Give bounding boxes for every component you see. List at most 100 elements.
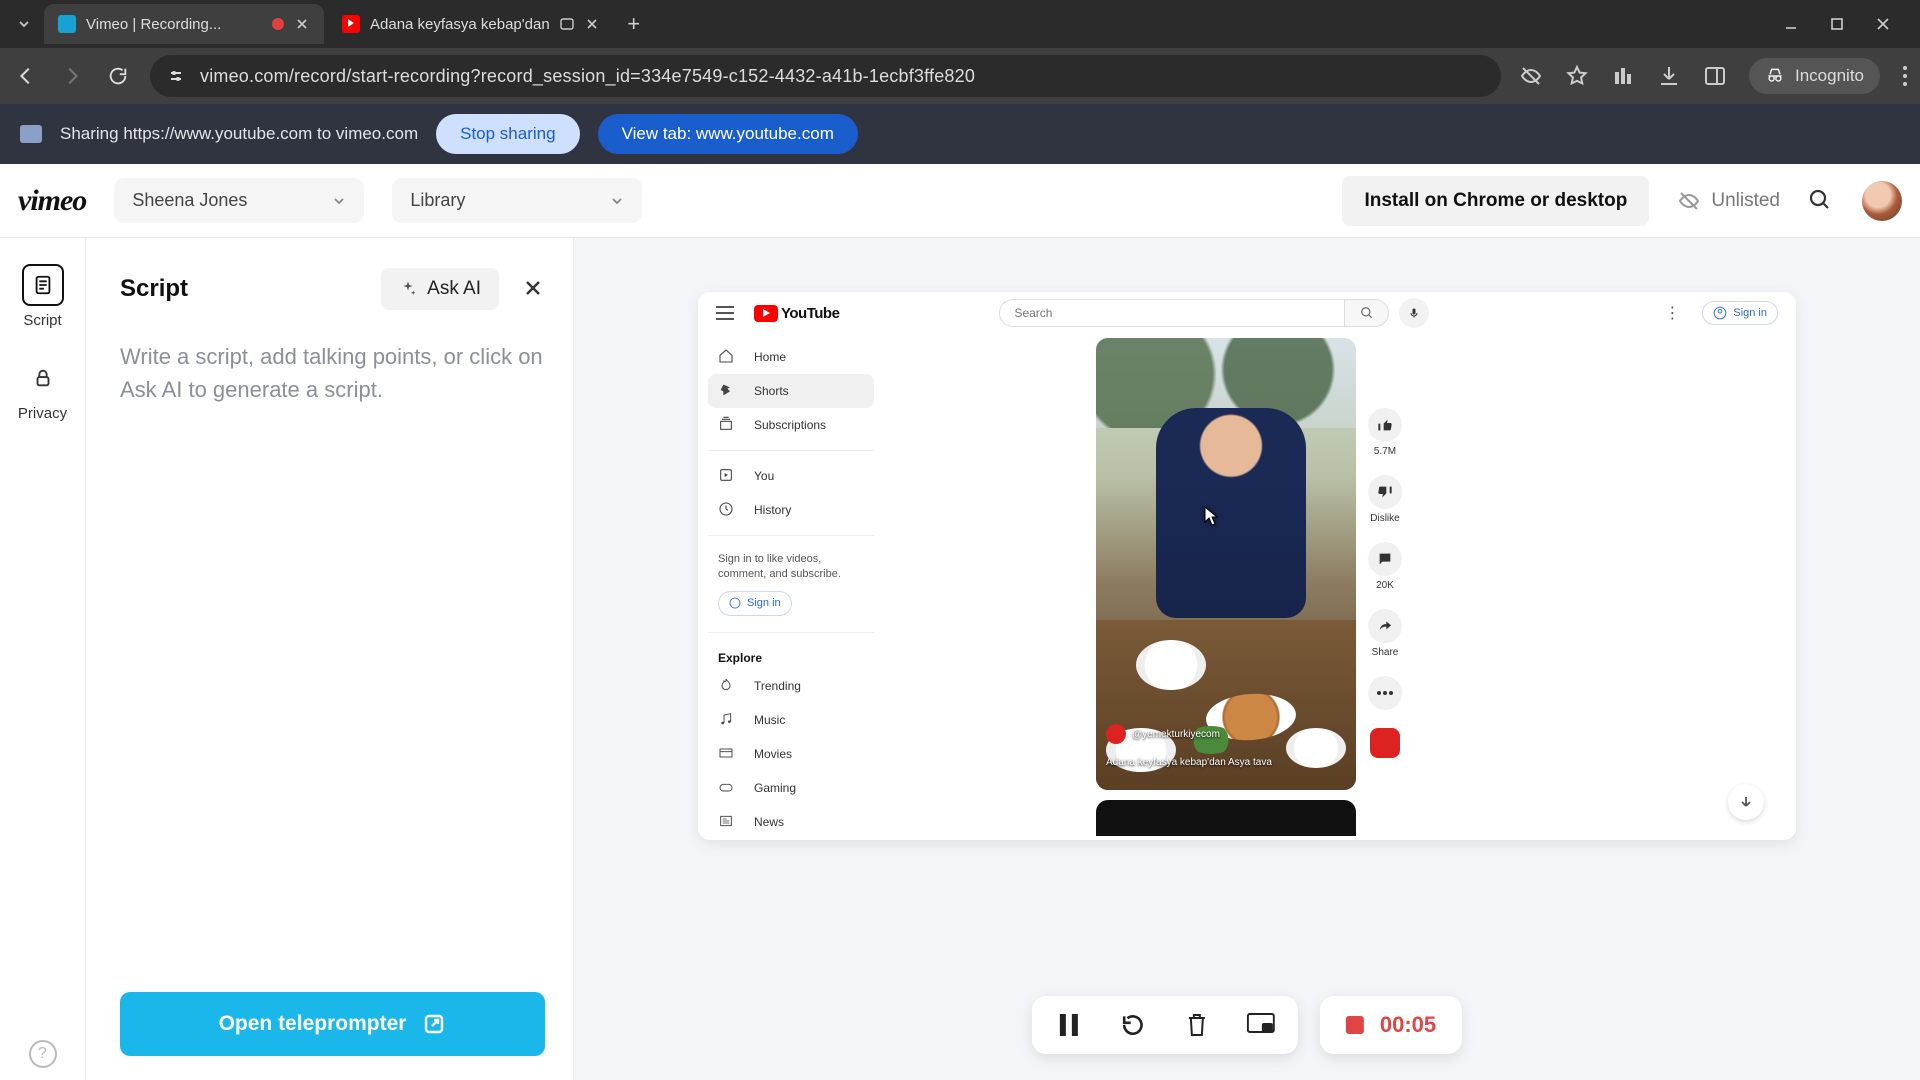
channel-avatar-icon <box>1106 724 1126 744</box>
dislike-label: Dislike <box>1370 513 1399 524</box>
address-bar[interactable]: vimeo.com/record/start-recording?record_… <box>150 55 1501 97</box>
vimeo-favicon-icon <box>58 15 76 33</box>
yt-side-gaming[interactable]: Gaming <box>708 771 874 805</box>
view-tab-button[interactable]: View tab: www.youtube.com <box>598 114 858 154</box>
reload-button[interactable] <box>104 62 132 90</box>
browser-tab-vimeo[interactable]: Vimeo | Recording... <box>44 4 324 44</box>
user-select[interactable]: Sheena Jones <box>114 178 364 223</box>
window-maximize-button[interactable] <box>1828 15 1846 33</box>
youtube-brand: YouTube <box>781 305 839 322</box>
yt-side-news[interactable]: News <box>708 805 874 839</box>
youtube-more-button[interactable]: ⋮ <box>1664 303 1680 323</box>
window-minimize-button[interactable] <box>1782 15 1800 33</box>
tab-close-button[interactable] <box>294 16 310 32</box>
new-tab-button[interactable]: + <box>618 8 650 40</box>
thumbs-down-icon <box>1368 475 1402 509</box>
delete-button[interactable] <box>1182 1010 1212 1040</box>
you-icon <box>718 467 736 485</box>
share-button[interactable]: Share <box>1368 609 1402 658</box>
media-playing-icon[interactable] <box>560 17 574 31</box>
screen-sharing-banner: Sharing https://www.youtube.com to vimeo… <box>0 104 1920 164</box>
yt-side-signin-button[interactable]: Sign in <box>718 591 792 616</box>
open-teleprompter-button[interactable]: Open teleprompter <box>120 992 545 1056</box>
script-textarea-placeholder[interactable]: Write a script, add talking points, or c… <box>120 340 545 406</box>
script-icon <box>22 264 64 306</box>
yt-side-movies[interactable]: Movies <box>708 737 874 771</box>
music-icon <box>718 711 736 729</box>
help-button[interactable]: ? <box>29 1040 57 1068</box>
dislike-button[interactable]: Dislike <box>1368 475 1402 524</box>
youtube-signin-button[interactable]: Sign in <box>1702 301 1778 325</box>
side-panel-icon[interactable] <box>1703 64 1727 88</box>
tab-close-button[interactable] <box>584 16 600 32</box>
incognito-icon <box>1765 66 1785 86</box>
more-actions-button[interactable] <box>1368 676 1402 710</box>
site-settings-icon[interactable] <box>166 66 186 86</box>
youtube-menu-button[interactable] <box>716 306 734 320</box>
vimeo-app-bar: vimeo Sheena Jones Library Install on Ch… <box>0 164 1920 238</box>
next-short-preview <box>1096 800 1356 836</box>
yt-side-trending[interactable]: Trending <box>708 669 874 703</box>
rail-label: Script <box>23 312 61 329</box>
yt-side-subscriptions[interactable]: Subscriptions <box>708 408 874 442</box>
pause-button[interactable] <box>1054 1010 1084 1040</box>
yt-side-history[interactable]: History <box>708 493 874 527</box>
history-icon <box>718 501 736 519</box>
downloads-icon[interactable] <box>1657 64 1681 88</box>
yt-side-home[interactable]: Home <box>708 340 874 374</box>
tabs-dropdown-button[interactable] <box>8 8 40 40</box>
comments-button[interactable]: 20K <box>1368 542 1402 591</box>
rail-item-script[interactable]: Script <box>22 264 64 329</box>
bookmark-star-icon[interactable] <box>1565 64 1589 88</box>
close-panel-button[interactable] <box>523 278 545 300</box>
eye-off-icon <box>1677 189 1701 213</box>
yt-side-shorts[interactable]: Shorts <box>708 374 874 408</box>
stop-sharing-button[interactable]: Stop sharing <box>436 114 579 154</box>
youtube-search-input[interactable] <box>999 299 1345 327</box>
youtube-logo[interactable]: YouTube <box>754 305 839 322</box>
shorts-icon <box>718 382 736 400</box>
channel-badge[interactable] <box>1370 728 1400 758</box>
eye-off-icon[interactable] <box>1519 64 1543 88</box>
lock-icon <box>22 357 64 399</box>
window-close-button[interactable] <box>1874 15 1892 33</box>
external-link-icon <box>422 1012 446 1036</box>
incognito-chip[interactable]: Incognito <box>1749 58 1880 94</box>
scroll-down-button[interactable] <box>1728 784 1764 820</box>
browser-tab-youtube[interactable]: Adana keyfasya kebap'dan <box>328 4 614 44</box>
yt-side-music[interactable]: Music <box>708 703 874 737</box>
install-button[interactable]: Install on Chrome or desktop <box>1342 176 1649 226</box>
back-button[interactable] <box>12 62 40 90</box>
vimeo-logo[interactable]: vimeo <box>18 184 86 218</box>
youtube-favicon-icon <box>342 15 360 33</box>
tab-title: Vimeo | Recording... <box>86 16 262 33</box>
youtube-shorts-area: @yemekturkiyecom Adana keyfasya kebap'da… <box>884 334 1796 840</box>
media-control-icon[interactable] <box>1611 64 1635 88</box>
ask-ai-button[interactable]: Ask AI <box>381 268 499 310</box>
recording-indicator-icon <box>272 18 284 30</box>
browser-menu-button[interactable] <box>1902 65 1908 87</box>
layout-button[interactable] <box>1246 1010 1276 1040</box>
more-horizontal-icon <box>1368 676 1402 710</box>
rail-item-privacy[interactable]: Privacy <box>18 357 67 422</box>
home-icon <box>718 348 736 366</box>
short-channel-chip[interactable]: @yemekturkiyecom <box>1106 724 1220 744</box>
rail-label: Privacy <box>18 405 67 422</box>
comments-count: 20K <box>1376 580 1394 591</box>
youtube-search-button[interactable] <box>1345 299 1389 327</box>
library-select[interactable]: Library <box>392 178 642 223</box>
browser-tab-strip: Vimeo | Recording... Adana keyfasya keba… <box>0 0 1920 48</box>
control-group <box>1032 996 1298 1054</box>
user-avatar[interactable] <box>1862 181 1902 221</box>
visibility-select[interactable]: Unlisted <box>1677 189 1780 213</box>
short-video-player[interactable]: @yemekturkiyecom Adana keyfasya kebap'da… <box>1096 338 1356 790</box>
app-search-button[interactable] <box>1808 188 1834 214</box>
forward-button[interactable] <box>58 62 86 90</box>
like-button[interactable]: 5.7M <box>1368 408 1402 457</box>
library-select-label: Library <box>410 190 465 211</box>
stop-recording-button[interactable]: 00:05 <box>1320 996 1462 1054</box>
yt-side-you[interactable]: You <box>708 459 874 493</box>
restart-button[interactable] <box>1118 1010 1148 1040</box>
youtube-voice-search-button[interactable] <box>1399 298 1429 328</box>
thumbs-up-icon <box>1368 408 1402 442</box>
